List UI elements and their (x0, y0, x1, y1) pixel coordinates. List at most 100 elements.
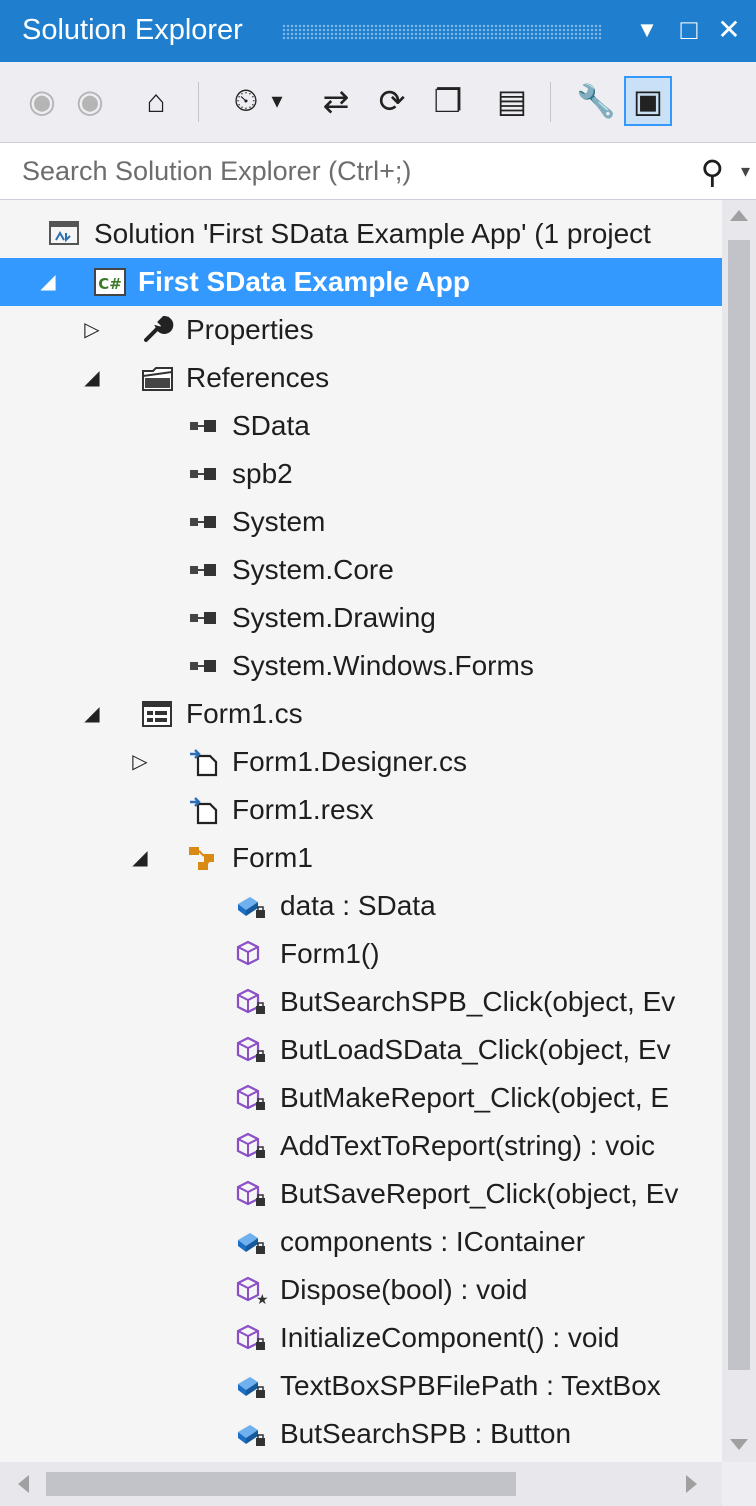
forward-button[interactable]: ◉ (66, 76, 114, 126)
tree-item[interactable]: SData (0, 402, 722, 450)
class-icon (186, 842, 222, 874)
tree-item[interactable]: Form1() (0, 930, 722, 978)
tree-item[interactable]: ◢ C# First SData Example App (0, 258, 722, 306)
collapse-all-button[interactable]: ❐ (424, 76, 472, 126)
tree-item-label: spb2 (232, 458, 293, 489)
solution-icon (48, 218, 84, 250)
search-icon[interactable]: ⚲ (701, 153, 724, 191)
private-field-icon (234, 890, 270, 922)
tree-item[interactable]: System.Windows.Forms (0, 642, 722, 690)
scroll-down-icon[interactable] (730, 1439, 748, 1450)
tree-item[interactable]: ButSearchSPB_Click(object, Ev (0, 978, 722, 1026)
back-button[interactable]: ◉ (18, 76, 66, 126)
refresh-button[interactable]: ⟳ (368, 76, 416, 126)
tree-item[interactable]: Form1.resx (0, 786, 722, 834)
home-button[interactable]: ⌂ (132, 76, 180, 126)
tree-item-label: System.Core (232, 554, 394, 585)
collapse-arrow-icon[interactable]: ◢ (80, 364, 104, 392)
tree-item[interactable]: ButSearchSPB : Button (0, 1410, 722, 1458)
tree-item[interactable]: ButLoadSData_Click(object, Ev (0, 1026, 722, 1074)
svg-text:★: ★ (256, 1292, 269, 1306)
tree-item-label: Form1() (280, 938, 380, 969)
reference-icon (186, 506, 222, 538)
tree-item[interactable]: ◢ Form1 (0, 834, 722, 882)
tree-item-label: Form1.cs (186, 698, 303, 729)
back-icon: ◉ (28, 83, 56, 119)
scroll-thumb[interactable] (728, 240, 750, 1370)
collapse-arrow-icon[interactable]: ◢ (36, 268, 60, 296)
tree-item-label: References (186, 362, 330, 393)
collapse-arrow-icon[interactable]: ◢ (80, 700, 104, 728)
title-bar: Solution Explorer ▼ □ ✕ (0, 0, 756, 62)
expand-arrow-icon[interactable]: ▷ (80, 316, 104, 344)
scroll-right-icon[interactable] (686, 1475, 697, 1493)
tree-item[interactable]: ▷ Form1.Designer.cs (0, 738, 722, 786)
search-input[interactable]: Search Solution Explorer (Ctrl+;) (22, 156, 411, 187)
svg-text:C#: C# (98, 275, 122, 293)
properties-button[interactable]: 🔧 (572, 76, 620, 126)
show-all-files-button[interactable]: ▤ (488, 76, 536, 126)
tree-item-label: ButMakeReport_Click(object, E (280, 1082, 670, 1113)
tree-item[interactable]: AddTextToReport(string) : voic (0, 1122, 722, 1170)
tree-item-label: First SData Example App (138, 266, 470, 297)
tree-item-label: ButSearchSPB : Button (280, 1418, 572, 1449)
show-all-files-icon: ▤ (496, 83, 528, 119)
designer-file-icon (186, 746, 222, 778)
tree-item-label: SData (232, 410, 310, 441)
tree-item[interactable]: ▷ Properties (0, 306, 722, 354)
search-box[interactable]: Search Solution Explorer (Ctrl+;) ⚲ ▾ (0, 142, 756, 200)
tree-item-label: System.Drawing (232, 602, 436, 633)
sync-icon: ⇄ (322, 83, 350, 119)
tree-item[interactable]: System.Core (0, 546, 722, 594)
csharp-project-icon: C# (92, 266, 128, 298)
chevron-down-icon[interactable]: ▾ (741, 161, 750, 182)
wrench-icon (140, 314, 176, 346)
tree-item-label: ButSearchSPB_Click(object, Ev (280, 986, 676, 1017)
preview-icon: ▣ (632, 83, 664, 119)
tree-item-label: Form1.Designer.cs (232, 746, 467, 777)
collapse-arrow-icon[interactable]: ◢ (128, 844, 152, 872)
maximize-icon[interactable]: □ (672, 12, 706, 48)
pending-changes-dropdown[interactable]: ▾ (262, 76, 292, 126)
sync-with-active-document-button[interactable]: ⇄ (312, 76, 360, 126)
protected-method-icon: ★ (234, 1274, 270, 1308)
tree-item[interactable]: System (0, 498, 722, 546)
toolbar: ◉ ◉ ⌂ ⏲ ▾ ⇄ ⟳ ❐ ▤ 🔧 ▣ (0, 62, 756, 142)
scroll-up-icon[interactable] (730, 210, 748, 221)
preview-selected-items-button[interactable]: ▣ (624, 76, 672, 126)
tree-item[interactable]: components : IContainer (0, 1218, 722, 1266)
private-method-icon (234, 1130, 270, 1162)
scroll-left-icon[interactable] (18, 1475, 29, 1493)
tree-item[interactable]: ◢ References (0, 354, 722, 402)
tree-item-label: AddTextToReport(string) : voic (280, 1130, 656, 1161)
private-method-icon (234, 986, 270, 1018)
tree-item[interactable]: InitializeComponent() : void (0, 1314, 722, 1362)
tree-item[interactable]: data : SData (0, 882, 722, 930)
tree-item[interactable]: ★ Dispose(bool) : void (0, 1266, 722, 1314)
tree-item[interactable]: spb2 (0, 450, 722, 498)
tree-item[interactable]: ButSaveReport_Click(object, Ev (0, 1170, 722, 1218)
drag-grip[interactable] (282, 24, 602, 40)
tree-item[interactable]: System.Drawing (0, 594, 722, 642)
private-method-icon (234, 1082, 270, 1114)
tree-item-label: components : IContainer (280, 1226, 586, 1257)
forward-icon: ◉ (76, 83, 104, 119)
tree-item[interactable]: Solution 'First SData Example App' (1 pr… (0, 210, 722, 258)
private-field-icon (234, 1418, 270, 1450)
tree-item[interactable]: ButMakeReport_Click(object, E (0, 1074, 722, 1122)
tree-item-label: System.Windows.Forms (232, 650, 534, 681)
horizontal-scroll-thumb[interactable] (46, 1472, 516, 1496)
clock-filter-icon: ⏲ (233, 82, 259, 118)
horizontal-scrollbar[interactable] (0, 1462, 756, 1506)
scroll-corner (722, 1462, 756, 1506)
method-icon (234, 938, 270, 970)
close-icon[interactable]: ✕ (712, 12, 746, 48)
tree-item-label: Dispose(bool) : void (280, 1274, 528, 1305)
expand-arrow-icon[interactable]: ▷ (128, 748, 152, 776)
tree-item-label: Form1 (232, 842, 313, 873)
vertical-scrollbar[interactable] (722, 200, 756, 1462)
tree-item[interactable]: ◢ Form1.cs (0, 690, 722, 738)
tree-item-label: Solution 'First SData Example App' (1 pr… (94, 218, 651, 249)
tree-item[interactable]: TextBoxSPBFilePath : TextBox (0, 1362, 722, 1410)
window-menu-dropdown-icon[interactable]: ▼ (630, 12, 664, 48)
